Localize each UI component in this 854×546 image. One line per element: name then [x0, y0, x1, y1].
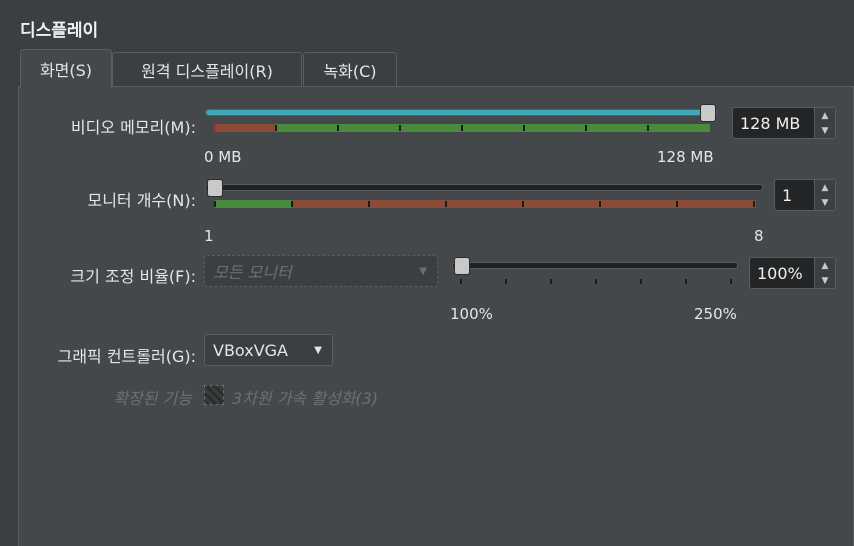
monitor-count-slider-handle[interactable]	[207, 179, 223, 197]
graphics-controller-label: 그래픽 컨트롤러(G):	[57, 347, 196, 366]
chevron-down-icon: ▼	[314, 344, 322, 356]
scale-factor-label: 크기 조정 비율(F):	[70, 267, 196, 286]
chevron-down-icon: ▼	[419, 265, 427, 277]
monitor-count-value[interactable]: 1	[775, 186, 814, 205]
scale-factor-value[interactable]: 100%	[750, 264, 814, 283]
scale-factor-max-label: 250%	[694, 305, 737, 323]
spin-up-icon[interactable]: ▲	[815, 258, 835, 273]
scale-factor-spinbox[interactable]: 100% ▲ ▼	[749, 257, 836, 289]
section-title: 디스플레이	[20, 21, 99, 41]
spin-up-icon[interactable]: ▲	[815, 180, 835, 195]
video-memory-max-label: 128 MB	[657, 148, 714, 166]
scale-factor-ticks	[460, 279, 732, 284]
scale-factor-slider-handle[interactable]	[454, 257, 470, 275]
scale-factor-slider-track[interactable]	[452, 262, 738, 269]
video-memory-spinbox[interactable]: 128 MB ▲ ▼	[732, 107, 836, 139]
enable-3d-acceleration-label: 3차원 가속 활성화(3)	[232, 389, 379, 408]
scale-factor-min-label: 100%	[450, 305, 493, 323]
spin-up-icon[interactable]: ▲	[815, 108, 835, 123]
tab-remote-display[interactable]: 원격 디스플레이(R)	[112, 52, 302, 87]
video-memory-min-label: 0 MB	[204, 148, 242, 166]
monitor-count-ticks	[214, 201, 755, 207]
enable-3d-acceleration-checkbox	[204, 385, 224, 405]
spin-down-icon[interactable]: ▼	[815, 195, 835, 210]
monitor-count-label: 모니터 개수(N):	[87, 191, 196, 210]
graphics-controller-select[interactable]: VBoxVGA ▼	[204, 334, 333, 366]
graphics-controller-value: VBoxVGA	[213, 340, 288, 360]
extended-features-label: 확장된 기능	[113, 389, 192, 408]
video-memory-ticks	[275, 125, 649, 131]
scale-monitor-select: 모든 모니터 ▼	[204, 255, 438, 287]
monitor-count-spinbox[interactable]: 1 ▲ ▼	[774, 179, 836, 211]
monitor-count-slider-track[interactable]	[205, 184, 763, 191]
video-memory-slider-handle[interactable]	[700, 104, 716, 122]
spin-down-icon[interactable]: ▼	[815, 123, 835, 138]
spin-down-icon[interactable]: ▼	[815, 273, 835, 288]
monitor-count-max-label: 8	[754, 227, 764, 245]
video-memory-label: 비디오 메모리(M):	[70, 118, 196, 137]
tab-recording[interactable]: 녹화(C)	[303, 52, 397, 87]
monitor-count-min-label: 1	[204, 227, 214, 245]
scale-monitor-select-value: 모든 모니터	[213, 263, 292, 282]
video-memory-value[interactable]: 128 MB	[733, 114, 814, 133]
tab-screen[interactable]: 화면(S)	[20, 49, 112, 88]
video-memory-slider-fill	[206, 110, 703, 115]
